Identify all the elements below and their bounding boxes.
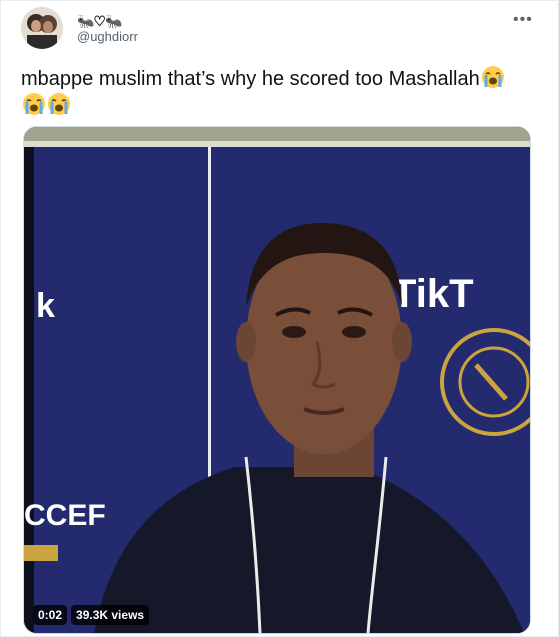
backdrop-logo-text: TikT [392, 272, 474, 316]
video-duration-badge: 0:02 [33, 605, 68, 625]
display-name[interactable]: 🐜♡🐜 [77, 13, 122, 30]
loudly-crying-face-icon [48, 93, 70, 115]
loudly-crying-face-icon [481, 66, 504, 88]
video-badges: 0:02 39.3K views [33, 605, 150, 625]
backdrop-bottom-text: CCEF [24, 499, 106, 532]
backdrop-left-text: k [36, 287, 55, 325]
tweet-text: mbappe muslim that’s why he scored too M… [21, 65, 541, 119]
video-views-badge: 39.3K views [71, 605, 150, 625]
tweet-text-content: mbappe muslim that’s why he scored too M… [21, 68, 480, 90]
username-handle[interactable]: @ughdiorr [77, 29, 138, 44]
video-player[interactable]: k TikT CCEF [23, 126, 531, 634]
more-options-icon[interactable]: ••• [513, 11, 533, 29]
tweet-card[interactable]: 🐜♡🐜 @ughdiorr ••• mbappe muslim that’s w… [0, 0, 559, 637]
loudly-crying-face-icon [23, 93, 45, 115]
video-frame: k TikT CCEF [24, 127, 530, 633]
avatar[interactable] [21, 7, 63, 49]
